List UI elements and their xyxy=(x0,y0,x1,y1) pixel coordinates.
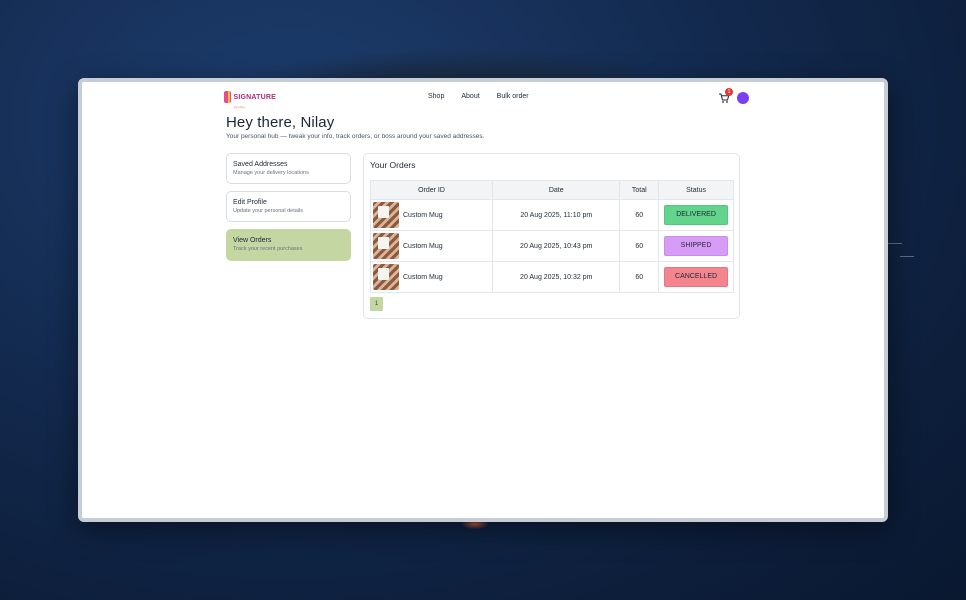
sidebar-item-title: Edit Profile xyxy=(233,199,267,206)
sidebar-item-title: View Orders xyxy=(233,237,272,244)
user-avatar[interactable] xyxy=(737,92,749,104)
order-date: 20 Aug 2025, 11:10 pm xyxy=(492,199,621,231)
logo-text: SIGNATURE gift shop xyxy=(233,86,276,109)
nav-bulk-order[interactable]: Bulk order xyxy=(497,93,529,100)
orders-table: Order ID Date Total Status Custom Mug 20… xyxy=(369,180,734,293)
nav-shop[interactable]: Shop xyxy=(428,93,444,100)
column-header-total: Total xyxy=(619,180,660,200)
pagination-page-button[interactable]: 1 xyxy=(370,297,383,311)
status-badge: CANCELLED xyxy=(664,267,729,287)
orders-panel: Your Orders Order ID Date Total Status C… xyxy=(363,153,740,319)
sidebar-item-edit-profile[interactable]: Edit Profile Update your personal detail… xyxy=(226,191,351,222)
greeting-section: Hey there, Nilay Your personal hub — twe… xyxy=(226,114,484,140)
order-date: 20 Aug 2025, 10:43 pm xyxy=(492,230,621,262)
sidebar-item-title: Saved Addresses xyxy=(233,161,288,168)
sidebar-item-subtitle: Manage your delivery locations xyxy=(233,170,309,176)
table-header-row: Order ID Date Total Status xyxy=(369,180,734,200)
order-status-cell: DELIVERED xyxy=(658,199,734,231)
gift-icon xyxy=(224,91,232,103)
sidebar-item-subtitle: Track your recent purchases xyxy=(233,246,303,252)
brand-name: SIGNATURE xyxy=(233,93,276,101)
product-thumbnail xyxy=(373,233,399,259)
main-nav: Shop About Bulk order xyxy=(428,93,529,100)
table-row[interactable]: Custom Mug 20 Aug 2025, 11:10 pm 60 DELI… xyxy=(369,199,734,231)
orders-heading: Your Orders xyxy=(370,160,416,170)
column-header-status: Status xyxy=(658,180,734,200)
order-date: 20 Aug 2025, 10:32 pm xyxy=(492,261,621,293)
wallpaper-ripple xyxy=(900,256,914,257)
product-name: Custom Mug xyxy=(403,242,443,250)
browser-window: SIGNATURE gift shop Shop About Bulk orde… xyxy=(78,78,888,522)
order-id-cell: Custom Mug xyxy=(369,199,494,231)
order-id-content: Custom Mug xyxy=(371,233,492,259)
product-thumbnail xyxy=(373,264,399,290)
order-total: 60 xyxy=(619,199,660,231)
order-id-content: Custom Mug xyxy=(371,202,492,228)
product-name: Custom Mug xyxy=(403,211,443,219)
status-badge: SHIPPED xyxy=(664,236,729,256)
site-header: SIGNATURE gift shop Shop About Bulk orde… xyxy=(82,82,884,112)
sidebar-item-view-orders[interactable]: View Orders Track your recent purchases xyxy=(226,229,351,261)
table-row[interactable]: Custom Mug 20 Aug 2025, 10:32 pm 60 CANC… xyxy=(369,261,734,293)
order-total: 60 xyxy=(619,230,660,262)
status-badge: DELIVERED xyxy=(664,205,729,225)
product-thumbnail xyxy=(373,202,399,228)
brand-tagline: gift shop xyxy=(233,104,245,109)
order-id-cell: Custom Mug xyxy=(369,261,494,293)
cart-button[interactable]: 1 xyxy=(718,88,733,104)
site-logo[interactable]: SIGNATURE gift shop xyxy=(224,86,276,109)
product-name: Custom Mug xyxy=(403,273,443,281)
page-subtitle: Your personal hub — tweak your info, tra… xyxy=(226,133,485,140)
table-row[interactable]: Custom Mug 20 Aug 2025, 10:43 pm 60 SHIP… xyxy=(369,230,734,262)
order-total: 60 xyxy=(619,261,660,293)
order-id-content: Custom Mug xyxy=(371,264,492,290)
order-status-cell: CANCELLED xyxy=(658,261,734,293)
page-title: Hey there, Nilay xyxy=(226,114,335,131)
nav-about[interactable]: About xyxy=(461,93,479,100)
cart-count-badge: 1 xyxy=(725,88,733,96)
sidebar-item-saved-addresses[interactable]: Saved Addresses Manage your delivery loc… xyxy=(226,153,351,184)
column-header-order-id: Order ID xyxy=(369,180,494,200)
order-id-cell: Custom Mug xyxy=(369,230,494,262)
column-header-date: Date xyxy=(492,180,621,200)
sidebar-item-subtitle: Update your personal details xyxy=(233,208,304,214)
order-status-cell: SHIPPED xyxy=(658,230,734,262)
